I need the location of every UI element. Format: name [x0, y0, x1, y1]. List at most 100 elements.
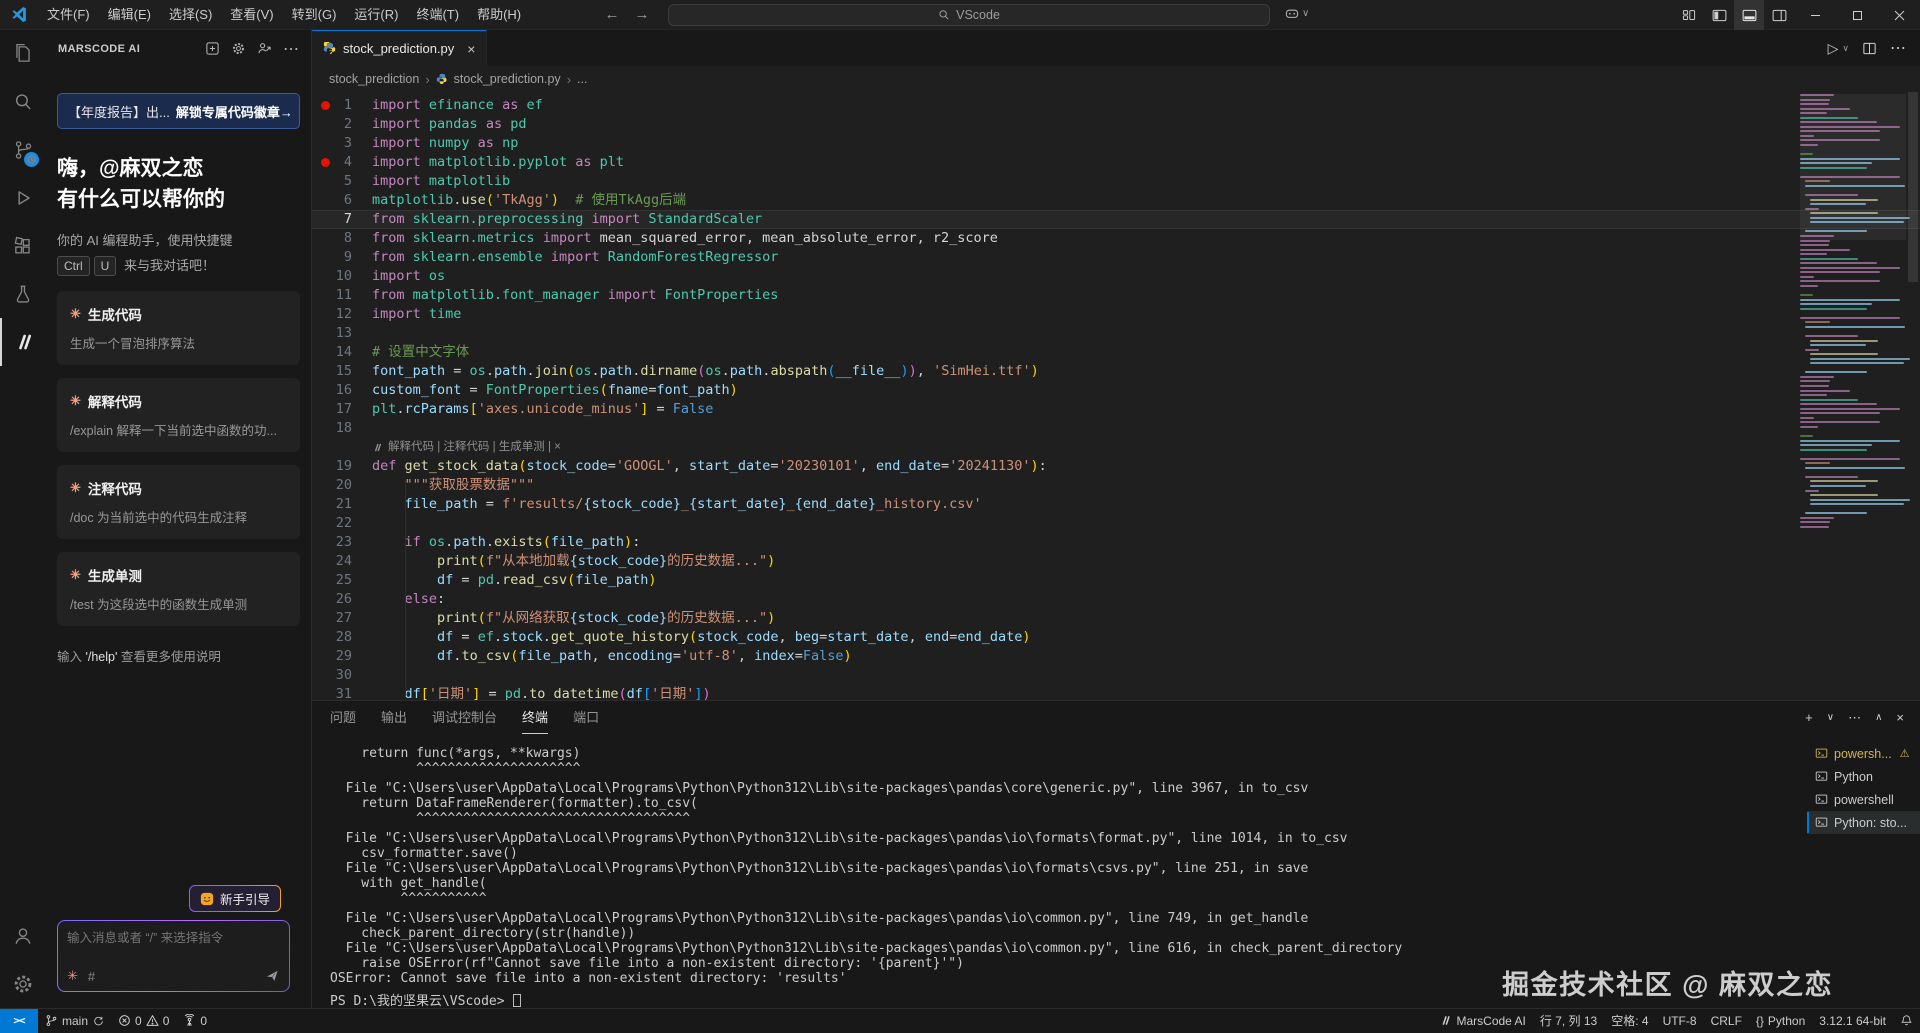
- back-icon[interactable]: ←: [600, 0, 624, 30]
- code-line-29[interactable]: 29 df.to_csv(file_path, encoding='utf-8'…: [312, 647, 1920, 666]
- maximize-panel-icon[interactable]: ∧: [1875, 712, 1882, 723]
- card-generate-code[interactable]: ✳生成代码 生成一个冒泡排序算法: [57, 291, 300, 365]
- menu-help[interactable]: 帮助(H): [468, 0, 530, 30]
- card-comment-code[interactable]: ✳注释代码 /doc 为当前选中的代码生成注释: [57, 465, 300, 539]
- tab-debug-console[interactable]: 调试控制台: [432, 701, 497, 734]
- settings-icon[interactable]: [231, 41, 246, 56]
- encoding-item[interactable]: UTF-8: [1656, 1009, 1704, 1033]
- code-line-6[interactable]: 6matplotlib.use('TkAgg') # 使用TkAgg后端: [312, 191, 1920, 210]
- problems-item[interactable]: 0 0: [111, 1009, 176, 1033]
- breadcrumb-symbol[interactable]: ...: [577, 72, 587, 86]
- chat-input[interactable]: [67, 931, 280, 945]
- menu-terminal[interactable]: 终端(T): [407, 0, 468, 30]
- editor-more-icon[interactable]: ⋯: [1890, 38, 1906, 58]
- code-line-18[interactable]: 18: [312, 419, 1920, 438]
- codelens-row[interactable]: 解释代码 | 注释代码 | 生成单测 | ×: [372, 438, 1920, 457]
- activity-source-control[interactable]: [0, 126, 46, 174]
- menu-file[interactable]: 文件(F): [38, 0, 99, 30]
- more-icon[interactable]: ⋯: [283, 39, 299, 59]
- breadcrumb-folder[interactable]: stock_prediction: [329, 72, 419, 86]
- code-editor[interactable]: 1import efinance as ef2import pandas as …: [312, 92, 1920, 700]
- split-editor-icon[interactable]: [1862, 41, 1877, 56]
- remote-indicator[interactable]: ><: [0, 1009, 38, 1033]
- code-line-14[interactable]: 14# 设置中文字体: [312, 343, 1920, 362]
- beginner-guide-button[interactable]: 新手引导: [189, 885, 281, 912]
- code-line-9[interactable]: 9from sklearn.ensemble import RandomFore…: [312, 248, 1920, 267]
- breakpoint-icon[interactable]: [321, 101, 330, 110]
- code-line-2[interactable]: 2import pandas as pd: [312, 115, 1920, 134]
- maximize-icon[interactable]: [1836, 0, 1878, 30]
- code-line-28[interactable]: 28 df = ef.stock.get_quote_history(stock…: [312, 628, 1920, 647]
- code-line-31[interactable]: 31 df['日期'] = pd.to_datetime(df['日期']): [312, 685, 1920, 700]
- ports-item[interactable]: 0: [176, 1009, 214, 1033]
- menu-selection[interactable]: 选择(S): [160, 0, 221, 30]
- menu-view[interactable]: 查看(V): [221, 0, 282, 30]
- copilot-menu[interactable]: ∨: [1284, 5, 1309, 21]
- git-branch-item[interactable]: main: [38, 1009, 111, 1033]
- editor-scrollbar[interactable]: [1906, 92, 1920, 700]
- code-line-16[interactable]: 16custom_font = FontProperties(fname=fon…: [312, 381, 1920, 400]
- breadcrumb[interactable]: stock_prediction › stock_prediction.py ›…: [312, 66, 1920, 92]
- terminal-item-python[interactable]: Python: [1807, 765, 1920, 788]
- code-line-11[interactable]: 11from matplotlib.font_manager import Fo…: [312, 286, 1920, 305]
- terminal-item-powershell[interactable]: powershell: [1807, 788, 1920, 811]
- run-dropdown-icon[interactable]: ∨: [1842, 43, 1849, 54]
- card-explain-code[interactable]: ✳解释代码 /explain 解释一下当前选中函数的功...: [57, 378, 300, 452]
- new-chat-icon[interactable]: [205, 41, 220, 56]
- code-line-23[interactable]: 23 if os.path.exists(file_path):: [312, 533, 1920, 552]
- tab-terminal[interactable]: 终端: [522, 701, 548, 734]
- code-line-15[interactable]: 15font_path = os.path.join(os.path.dirna…: [312, 362, 1920, 381]
- panel-more-icon[interactable]: ⋯: [1848, 710, 1861, 726]
- code-line-13[interactable]: 13: [312, 324, 1920, 343]
- run-file-icon[interactable]: ▷: [1828, 40, 1839, 57]
- activity-marscode[interactable]: [0, 318, 46, 366]
- context-hash-icon[interactable]: #: [88, 969, 95, 984]
- tab-output[interactable]: 输出: [381, 701, 407, 734]
- code-line-20[interactable]: 20 """获取股票数据""": [312, 476, 1920, 495]
- activity-settings[interactable]: [0, 960, 46, 1008]
- close-window-icon[interactable]: [1878, 0, 1920, 30]
- toggle-secondary-sidebar-icon[interactable]: [1764, 0, 1794, 30]
- code-line-21[interactable]: 21 file_path = f'results/{stock_code}_{s…: [312, 495, 1920, 514]
- code-line-4[interactable]: 4import matplotlib.pyplot as plt: [312, 153, 1920, 172]
- toggle-panel-icon[interactable]: [1734, 0, 1764, 30]
- tab-close-icon[interactable]: ×: [467, 41, 475, 57]
- code-line-8[interactable]: 8from sklearn.metrics import mean_square…: [312, 229, 1920, 248]
- code-line-5[interactable]: 5import matplotlib: [312, 172, 1920, 191]
- breakpoint-icon[interactable]: [321, 158, 330, 167]
- code-line-30[interactable]: 30: [312, 666, 1920, 685]
- activity-account[interactable]: [0, 912, 46, 960]
- menu-edit[interactable]: 编辑(E): [99, 0, 160, 30]
- code-line-22[interactable]: 22: [312, 514, 1920, 533]
- menu-run[interactable]: 运行(R): [345, 0, 407, 30]
- code-line-27[interactable]: 27 print(f"从网络获取{stock_code}的历史数据..."): [312, 609, 1920, 628]
- terminal-dropdown-icon[interactable]: ∨: [1827, 712, 1834, 723]
- code-line-1[interactable]: 1import efinance as ef: [312, 96, 1920, 115]
- annual-report-banner[interactable]: 【年度报告】出... 解锁专属代码徽章→: [57, 93, 300, 129]
- code-line-26[interactable]: 26 else:: [312, 590, 1920, 609]
- language-mode-item[interactable]: {} Python: [1749, 1009, 1812, 1033]
- code-line-19[interactable]: 19def get_stock_data(stock_code='GOOGL',…: [312, 457, 1920, 476]
- activity-explorer[interactable]: [0, 30, 46, 78]
- activity-run-debug[interactable]: [0, 174, 46, 222]
- code-line-3[interactable]: 3import numpy as np: [312, 134, 1920, 153]
- indentation-item[interactable]: 空格: 4: [1604, 1009, 1655, 1033]
- send-icon[interactable]: [264, 968, 280, 984]
- minimap[interactable]: [1800, 94, 1906, 654]
- activity-extensions[interactable]: [0, 222, 46, 270]
- tab-stock-prediction[interactable]: stock_prediction.py ×: [312, 30, 487, 66]
- share-profile-icon[interactable]: [257, 41, 272, 56]
- activity-testing[interactable]: [0, 270, 46, 318]
- code-line-10[interactable]: 10import os: [312, 267, 1920, 286]
- notifications-item[interactable]: [1893, 1009, 1920, 1033]
- toggle-sidebar-icon[interactable]: [1704, 0, 1734, 30]
- forward-icon[interactable]: →: [630, 0, 654, 30]
- card-generate-test[interactable]: ✳生成单测 /test 为这段选中的函数生成单测: [57, 552, 300, 626]
- terminal-item-python-stock[interactable]: Python: sto...: [1807, 811, 1920, 834]
- activity-search[interactable]: [0, 78, 46, 126]
- new-terminal-icon[interactable]: +: [1805, 710, 1813, 725]
- tab-problems[interactable]: 问题: [330, 701, 356, 734]
- python-interpreter-item[interactable]: 3.12.1 64-bit: [1812, 1009, 1893, 1033]
- breadcrumb-file[interactable]: stock_prediction.py: [454, 72, 561, 86]
- terminal-item-powershell-warn[interactable]: powersh... ⚠: [1807, 742, 1920, 765]
